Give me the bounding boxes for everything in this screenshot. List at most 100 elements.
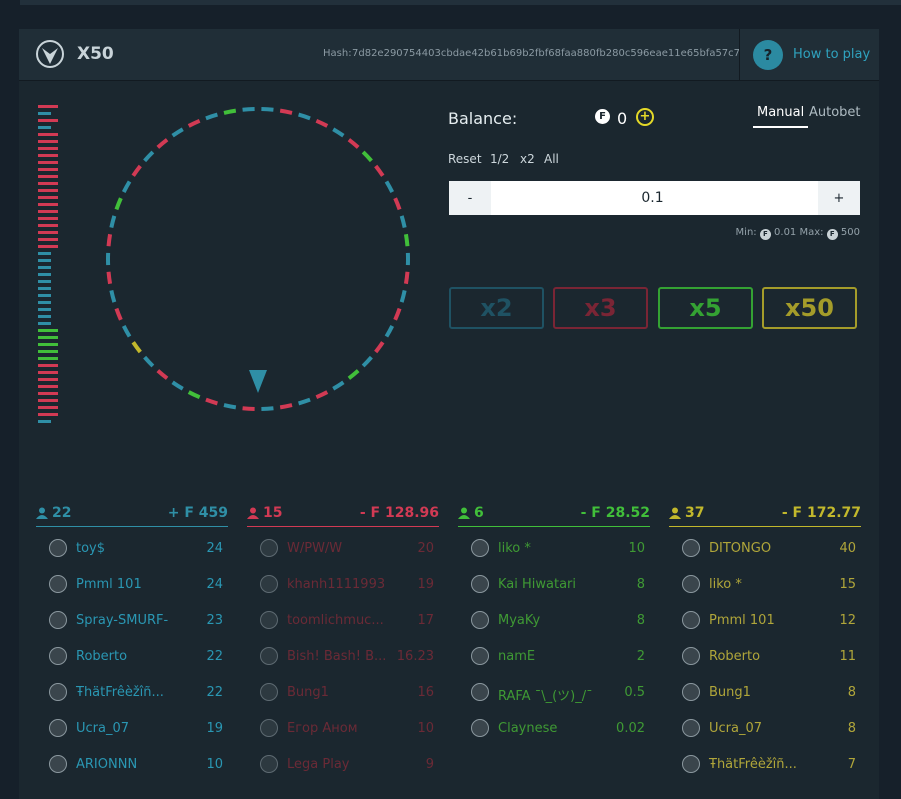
player-name[interactable]: Roberto [709,649,760,664]
column-total: + F 459 [168,505,228,521]
bet-x5-button[interactable]: x5 [658,287,753,329]
player-bet: 10 [628,541,645,556]
wheel-segment [206,400,217,404]
player-row: namE2 [458,635,650,671]
player-row: Lega Play9 [247,743,439,779]
wheel-segment [363,152,371,161]
history-mark [38,259,51,262]
wheel-segment [406,234,408,246]
wheel-segment [333,129,343,135]
avatar [682,719,700,737]
wheel-segment [158,140,167,148]
player-name[interactable]: Ucra_07 [76,721,129,736]
column-header: 6- F 28.52 [458,503,650,527]
wheel-segment [224,405,236,407]
player-name[interactable]: toomlichmuc... [287,613,384,628]
column-total: - F 172.77 [782,505,861,521]
wheel-segment [386,182,392,193]
player-bet: 15 [839,577,856,592]
player-bet: 8 [637,577,645,592]
coin-icon: F [595,109,610,124]
player-bet: 24 [206,577,223,592]
player-name[interactable]: liko * [498,541,531,556]
player-bet: 19 [206,721,223,736]
player-bet: 8 [848,685,856,700]
avatar [260,611,278,629]
tab-manual[interactable]: Manual [753,105,808,128]
player-name[interactable]: Lega Play [287,757,349,772]
help-button[interactable]: ? [753,40,783,70]
player-name[interactable]: toy$ [76,541,105,556]
bet-amount-input[interactable]: 0.1 [491,181,814,215]
player-row: Kai Hiwatari 8 [458,563,650,599]
history-mark [38,266,51,269]
player-name[interactable]: khanh1111993 [287,577,385,592]
player-name[interactable]: Roberto [76,649,127,664]
how-to-play-link[interactable]: How to play [793,47,870,62]
avatar [682,575,700,593]
history-mark [38,287,51,290]
avatar [49,683,67,701]
history-mark [38,308,51,311]
player-name[interactable]: ŦhätFrêèžîñ... [709,757,797,772]
player-row: W/PW/W20 [247,527,439,563]
wheel-segment [316,121,327,126]
history-mark [38,371,58,374]
avatar [682,611,700,629]
player-name[interactable]: ŦhätFrêèžîñ... [76,685,164,700]
player-name[interactable]: Spray-SMURF- [76,613,168,628]
wheel-segment [376,166,383,176]
tab-autobet[interactable]: Autobet [809,105,861,126]
player-name[interactable]: MyaKy [498,613,540,628]
wheel-segment [376,342,383,352]
player-name[interactable]: Ucra_07 [709,721,762,736]
history-mark [38,301,51,304]
all-button[interactable]: All [544,152,559,166]
player-name[interactable]: ARIONNN [76,757,137,772]
player-bet: 10 [206,757,223,772]
avatar [49,611,67,629]
add-funds-button[interactable]: + [636,108,654,126]
bet-limits: Min: F 0.01 Max: F 500 [736,227,860,240]
player-name[interactable]: Kai Hiwatari [498,577,576,592]
player-row: MyaKy8 [458,599,650,635]
double-button[interactable]: x2 [520,152,535,166]
player-name[interactable]: Bung1 [287,685,329,700]
avatar [260,719,278,737]
player-name[interactable]: Claynese [498,721,557,736]
player-row: ARIONNN 10 [36,743,228,779]
balance-value: 0 [617,109,627,128]
wheel-segment [349,371,358,379]
bet-x2-button[interactable]: x2 [449,287,544,329]
wheel-segment [280,111,292,113]
bets-column-red: 15- F 128.96W/PW/W20khanh111199319toomli… [247,503,439,779]
half-button[interactable]: 1/2 [490,152,509,166]
bet-x50-button[interactable]: x50 [762,287,857,329]
wheel-segment [116,198,120,209]
decrease-button[interactable]: - [449,181,491,215]
history-mark [38,378,58,381]
bet-x3-button[interactable]: x3 [553,287,648,329]
player-name[interactable]: Pmml 101 [709,613,775,628]
player-name[interactable]: DITONGO [709,541,771,556]
player-name[interactable]: Bung1 [709,685,751,700]
reset-button[interactable]: Reset [448,152,482,166]
player-name[interactable]: Егор Аном [287,721,358,736]
player-row: Pmml 101 24 [36,563,228,599]
avatar [682,755,700,773]
player-name[interactable]: namE [498,649,535,664]
player-name[interactable]: liko * [709,577,742,592]
player-name[interactable]: Bish! Bash! B... [287,649,386,664]
player-name[interactable]: Pmml 101 [76,577,142,592]
history-mark [38,196,58,199]
player-name[interactable]: W/PW/W [287,541,342,556]
wheel-segment [386,326,392,337]
player-name[interactable]: RAFA ¯\_(ツ)_/¯ [498,685,593,704]
wheel-segment [333,382,343,388]
player-bet: 8 [848,721,856,736]
increase-button[interactable]: + [818,181,860,215]
avatar [260,539,278,557]
wheel-segment [261,408,273,409]
player-bet: 24 [206,541,223,556]
coin-icon: F [827,229,838,240]
